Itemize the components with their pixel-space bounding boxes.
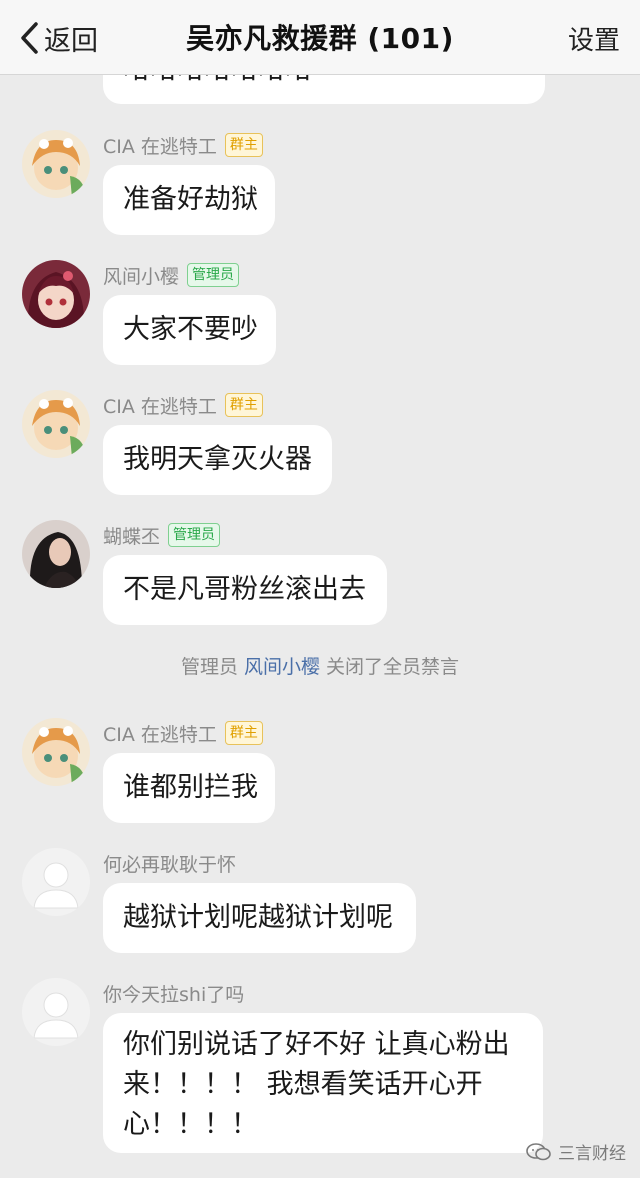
message-text: 我明天拿灭火器: [123, 444, 312, 475]
chevron-left-icon: [21, 22, 38, 54]
message-text: 不是凡哥粉丝滚出去: [123, 574, 366, 605]
avatar[interactable]: [22, 260, 90, 328]
system-notice: 管理员 风间小樱 关闭了全员禁言: [0, 652, 640, 679]
avatar[interactable]: [22, 130, 90, 198]
message-bubble[interactable]: 谁都别拦我: [103, 753, 275, 823]
message-text-line: 你们别说话了好不好 让真心粉出: [123, 1029, 510, 1060]
message-bubble[interactable]: 越狱计划呢越狱计划呢: [103, 883, 416, 953]
message-bubble[interactable]: 不是凡哥粉丝滚出去: [103, 555, 387, 625]
sender-name[interactable]: CIA 在逃特工: [103, 392, 217, 419]
message-text: 谁都别拦我: [123, 772, 258, 803]
avatar[interactable]: [22, 390, 90, 458]
sender-name[interactable]: 风间小樱: [103, 262, 179, 289]
watermark-text: 三言财经: [558, 1144, 626, 1164]
system-notice-suffix: 关闭了全员禁言: [320, 656, 460, 678]
sender-row: 风间小樱 管理员: [103, 262, 240, 289]
system-notice-prefix: 管理员: [180, 656, 244, 678]
settings-button[interactable]: 设置: [568, 20, 620, 57]
sender-row: 蝴蝶丕 管理员: [103, 522, 221, 549]
nav-header: 返回 吴亦凡救援群 (101) 设置: [0, 0, 640, 75]
avatar[interactable]: [22, 520, 90, 588]
message-text: 大家不要吵: [123, 314, 258, 345]
owner-badge: 群主: [224, 721, 263, 745]
sender-name[interactable]: 蝴蝶丕: [103, 522, 160, 549]
chat-area: 哈哈哈哈哈哈哈 CIA 在逃特工 群主 准备好劫狱 风间小樱 管理员: [0, 0, 640, 1178]
sender-row: CIA 在逃特工 群主: [103, 132, 263, 158]
default-user-avatar-icon: [22, 848, 90, 916]
sender-row: CIA 在逃特工 群主: [103, 720, 263, 746]
owner-badge: 群主: [224, 393, 263, 417]
anime-girl-avatar-icon: [22, 390, 90, 458]
admin-badge: 管理员: [187, 263, 240, 287]
message-bubble[interactable]: 你们别说话了好不好 让真心粉出 来！！！！ 我想看笑话开心开 心！！！！: [103, 1013, 543, 1153]
wechat-icon: [526, 1142, 551, 1160]
default-user-avatar-icon: [22, 978, 90, 1046]
sender-name[interactable]: CIA 在逃特工: [103, 720, 217, 747]
page-title: 吴亦凡救援群 (101): [186, 22, 454, 55]
sender-name[interactable]: CIA 在逃特工: [103, 132, 217, 159]
message-bubble[interactable]: 我明天拿灭火器: [103, 425, 332, 495]
anime-girl-avatar-icon: [22, 718, 90, 786]
sender-row: 何必再耿耿于怀: [103, 850, 236, 876]
owner-badge: 群主: [224, 133, 263, 157]
back-label: 返回: [44, 25, 98, 57]
sender-name[interactable]: 你今天拉shi了吗: [103, 980, 244, 1007]
sender-row: 你今天拉shi了吗: [103, 980, 244, 1006]
back-button[interactable]: 返回: [18, 18, 98, 58]
message-bubble[interactable]: 准备好劫狱: [103, 165, 275, 235]
sender-row: CIA 在逃特工 群主: [103, 392, 263, 418]
message-text: 越狱计划呢越狱计划呢: [123, 902, 393, 933]
admin-badge: 管理员: [168, 523, 221, 547]
avatar[interactable]: [22, 978, 90, 1046]
avatar[interactable]: [22, 718, 90, 786]
message-text-line: 心！！！！: [123, 1109, 258, 1140]
message-bubble[interactable]: 大家不要吵: [103, 295, 276, 365]
sender-name[interactable]: 何必再耿耿于怀: [103, 850, 236, 877]
system-notice-admin-link[interactable]: 风间小樱: [244, 656, 320, 678]
anime-girl-dark-hair-avatar-icon: [22, 260, 90, 328]
woman-photo-avatar-icon: [22, 520, 90, 588]
anime-girl-avatar-icon: [22, 130, 90, 198]
message-text-line: 来！！！！ 我想看笑话开心开: [123, 1069, 483, 1100]
message-text: 准备好劫狱: [123, 184, 258, 215]
avatar[interactable]: [22, 848, 90, 916]
watermark: 三言财经: [526, 1139, 626, 1164]
